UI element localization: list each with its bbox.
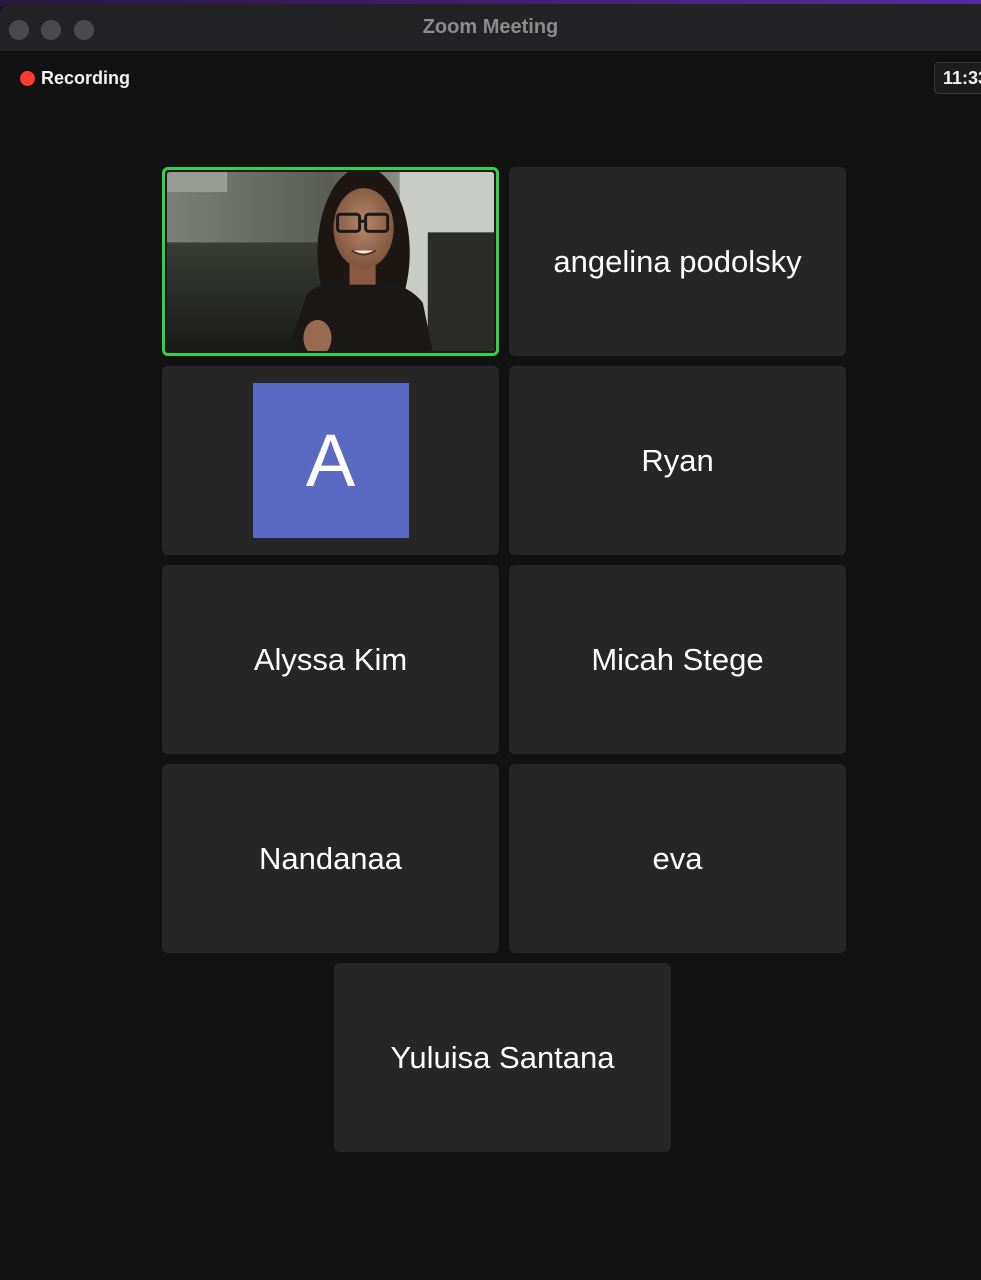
participant-tile[interactable]: Micah Stege	[509, 565, 846, 754]
recording-label: Recording	[41, 67, 131, 88]
participant-tile[interactable]: Ryan	[509, 366, 846, 555]
participant-name: Nandanaa	[258, 840, 403, 876]
participant-name: Micah Stege	[591, 641, 764, 677]
recording-dot-icon	[20, 70, 35, 86]
participant-avatar: A	[252, 383, 409, 538]
recording-indicator[interactable]: Recording	[20, 66, 130, 90]
title-bar: Zoom Meeting	[0, 4, 981, 52]
participant-tile[interactable]: Alyssa Kim	[162, 565, 499, 754]
participant-video-feed	[167, 172, 494, 351]
participant-tile[interactable]: Nandanaa	[162, 764, 499, 953]
meeting-clock: 11:33	[934, 62, 981, 94]
participant-tile[interactable]: eva	[509, 764, 846, 953]
zoom-window: Zoom Meeting Recording 11:33	[0, 0, 981, 1280]
participant-name: angelina podolsky	[553, 243, 802, 279]
participant-tile[interactable]: angelina podolsky	[509, 167, 846, 356]
participant-name: eva	[652, 840, 703, 876]
participant-tile-video[interactable]	[162, 167, 499, 356]
participant-tile[interactable]: Yuluisa Santana	[334, 963, 671, 1152]
participant-name: Alyssa Kim	[253, 641, 408, 677]
avatar-initial: A	[305, 419, 356, 502]
participant-name: Ryan	[641, 442, 714, 478]
window-title: Zoom Meeting	[422, 16, 559, 38]
participant-name: Yuluisa Santana	[390, 1039, 615, 1075]
participant-tile[interactable]: A	[162, 366, 499, 555]
